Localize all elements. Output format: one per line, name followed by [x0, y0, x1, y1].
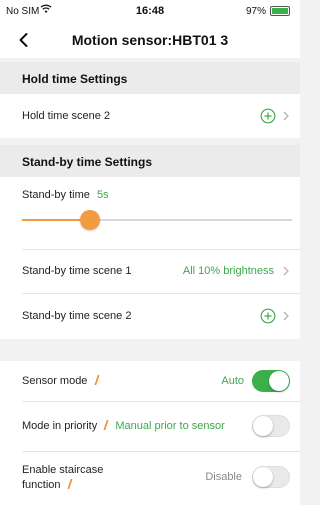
add-plus-icon[interactable] — [260, 308, 276, 324]
standby-time-value: 5s — [96, 189, 109, 201]
navigation-bar: Motion sensor:HBT01 3 — [0, 22, 300, 58]
standby-section-header: Stand-by time Settings — [0, 145, 300, 177]
hold-time-scene-2-label: Hold time scene 2 — [22, 110, 111, 122]
mode-in-priority-toggle[interactable] — [252, 415, 290, 437]
mode-in-priority-value: Manual prior to sensor — [115, 420, 225, 432]
staircase-label-line1: Enable staircase — [22, 464, 104, 476]
chevron-right-icon — [282, 110, 290, 122]
standby-time-label: Stand-by time — [22, 189, 90, 201]
sensor-mode-row: Sensor mode Auto — [0, 361, 300, 401]
standby-scene-1-label: Stand-by time scene 1 — [22, 265, 132, 277]
standby-scene-2-row[interactable]: Stand-by time scene 2 — [0, 293, 300, 339]
staircase-toggle[interactable] — [252, 466, 290, 488]
sensor-mode-label: Sensor mode — [22, 375, 88, 387]
chevron-right-icon — [282, 265, 290, 277]
mode-in-priority-row: Mode in priority Manual prior to sensor — [0, 401, 300, 451]
hold-time-scene-2-row[interactable]: Hold time scene 2 — [0, 94, 300, 138]
standby-scene-1-value: All 10% brightness — [182, 265, 274, 277]
battery-percent: 97% — [245, 6, 266, 17]
hold-time-section-header: Hold time Settings — [0, 62, 300, 94]
chevron-right-icon — [282, 310, 290, 322]
battery-icon — [270, 6, 290, 16]
add-plus-icon[interactable] — [260, 108, 276, 124]
staircase-label-line2: function — [22, 479, 61, 491]
standby-time-row: Stand-by time 5s — [0, 177, 300, 249]
info-icon[interactable] — [67, 478, 73, 490]
staircase-row: Enable staircase function Disable — [0, 451, 300, 505]
standby-slider-thumb[interactable] — [79, 210, 100, 230]
status-bar: No SIM 16:48 97% — [0, 0, 300, 22]
info-icon[interactable] — [103, 419, 109, 431]
info-icon[interactable] — [94, 374, 100, 386]
standby-scene-2-label: Stand-by time scene 2 — [22, 310, 132, 322]
sensor-mode-value: Auto — [221, 375, 244, 387]
page-title: Motion sensor:HBT01 3 — [71, 32, 229, 48]
mode-in-priority-label: Mode in priority — [22, 420, 98, 432]
standby-scene-1-row[interactable]: Stand-by time scene 1 All 10% brightness — [0, 249, 300, 293]
staircase-value: Disable — [205, 471, 242, 483]
sensor-mode-toggle[interactable] — [252, 370, 290, 392]
